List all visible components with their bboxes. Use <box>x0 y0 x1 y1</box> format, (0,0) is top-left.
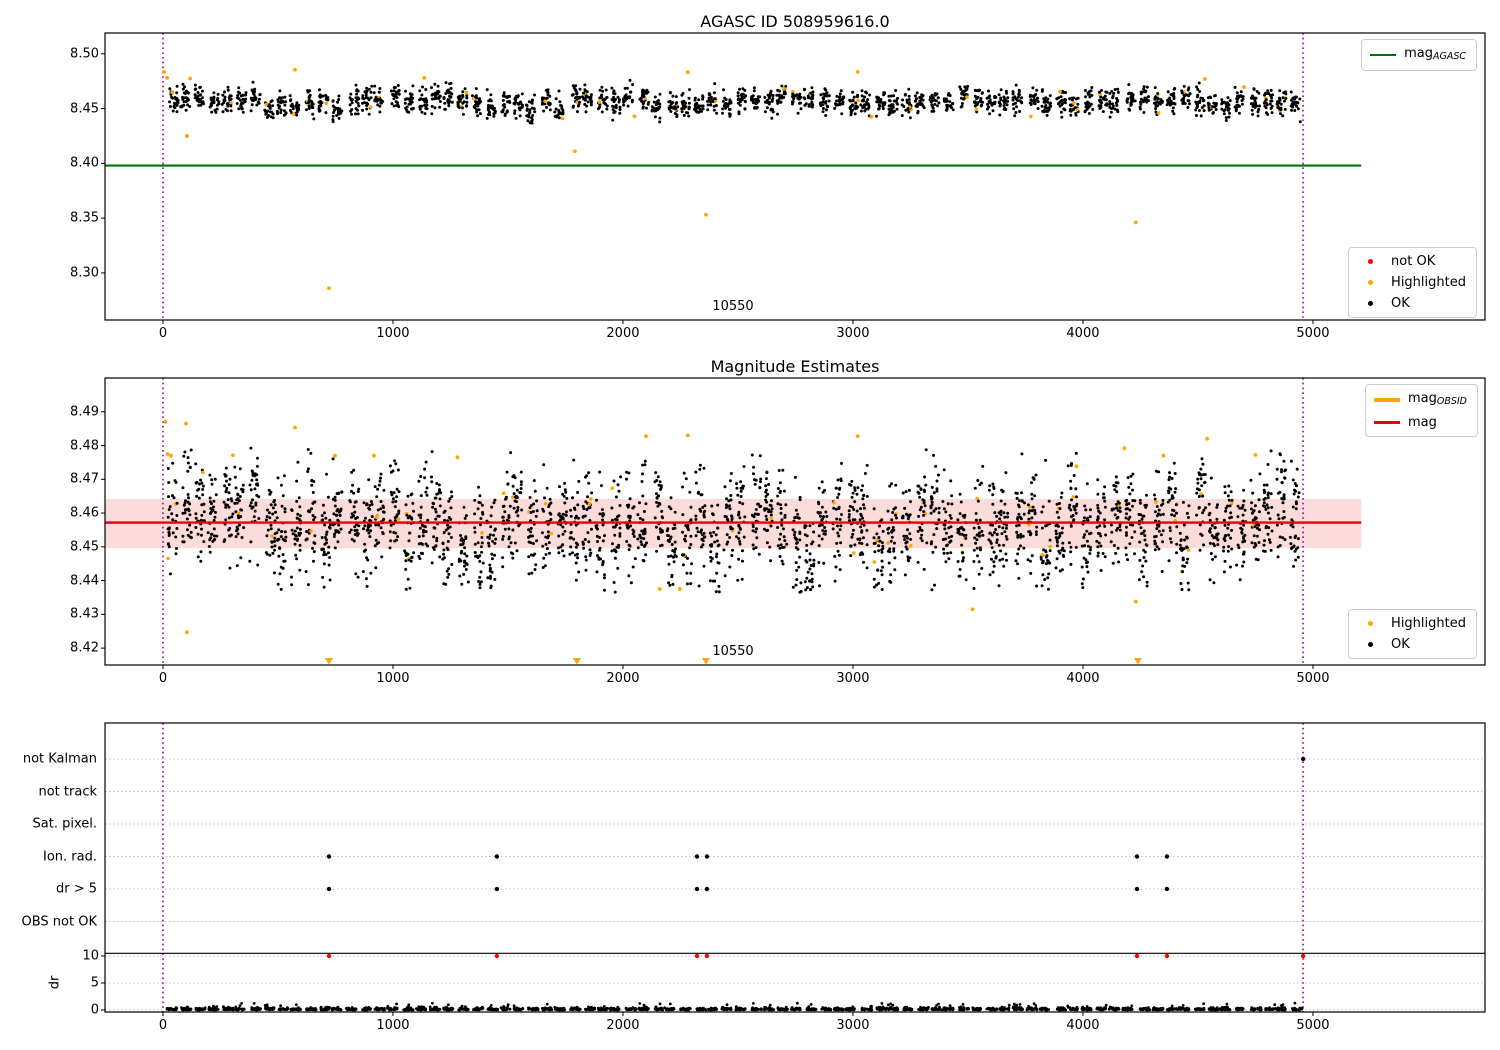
mag-obsid-swatch-wrap <box>1373 398 1400 402</box>
mag-swatch-wrap <box>1373 421 1400 424</box>
dr-tick-10: 10 <box>82 948 99 964</box>
x-tick-3-5000: 5000 <box>1296 1018 1330 1033</box>
x-tick-3-3000: 3000 <box>836 1018 870 1033</box>
plot1-title: AGASC ID 508959616.0 <box>700 12 890 31</box>
flag-label-1: not track <box>38 784 97 799</box>
y-tick-2-8.45: 8.45 <box>70 539 99 555</box>
ok-swatch-wrap <box>1357 301 1383 306</box>
mag-obsid-line-swatch <box>1373 398 1400 402</box>
legend-label-highlighted-2: Highlighted <box>1391 616 1466 631</box>
legend-label-ok: OK <box>1391 296 1410 311</box>
figure-root: AGASC ID 508959616.0 Magnitude Estimates… <box>0 0 1500 1050</box>
x-tick-3-2000: 2000 <box>606 1018 640 1033</box>
not-ok-dot-swatch <box>1367 259 1373 264</box>
not-ok-swatch-wrap <box>1357 259 1383 264</box>
highlighted-dot-swatch <box>1367 280 1373 285</box>
x-tick-2-4000: 4000 <box>1066 671 1100 686</box>
legend-label-ok-2: OK <box>1391 637 1410 652</box>
legend-mag-obsid: magOBSID mag <box>1364 384 1478 437</box>
x-tick-1-4000: 4000 <box>1066 326 1100 341</box>
ok-dot-swatch-2 <box>1367 642 1373 647</box>
legend-label-mag-obsid: magOBSID <box>1407 391 1467 407</box>
x-tick-3-1000: 1000 <box>376 1018 410 1033</box>
x-tick-1-5000: 5000 <box>1296 326 1330 341</box>
legend-label-not-ok: not OK <box>1391 254 1436 269</box>
flag-label-5: OBS not OK <box>21 914 98 929</box>
highlighted2-swatch-wrap <box>1357 621 1383 626</box>
legend-plot1-points: not OK Highlighted OK <box>1348 247 1477 318</box>
y-tick-2-8.43: 8.43 <box>70 606 99 622</box>
mag-agasc-swatch-wrap <box>1370 53 1397 57</box>
ok2-swatch-wrap <box>1357 642 1383 647</box>
y-tick-2-8.42: 8.42 <box>70 640 99 656</box>
x-tick-3-0: 0 <box>158 1018 168 1033</box>
y-tick-2-8.48: 8.48 <box>70 438 99 454</box>
ok-dot-swatch <box>1367 301 1373 306</box>
highlighted-dot-swatch-2 <box>1367 621 1373 626</box>
x-tick-2-3000: 3000 <box>836 671 870 686</box>
dr-tick-0: 0 <box>90 1002 99 1018</box>
legend-mag-agasc: magAGASC <box>1361 39 1477 71</box>
legend-label-highlighted: Highlighted <box>1391 275 1466 290</box>
x-tick-1-3000: 3000 <box>836 326 870 341</box>
x-tick-2-2000: 2000 <box>606 671 640 686</box>
x-tick-2-5000: 5000 <box>1296 671 1330 686</box>
obsid-annotation-plot2: 10550 <box>712 644 754 659</box>
legend-item-mag-obsid: magOBSID <box>1373 390 1467 410</box>
legend-item-mag-agasc: magAGASC <box>1370 45 1466 65</box>
y-tick-2-8.49: 8.49 <box>70 404 99 420</box>
x-tick-2-1000: 1000 <box>376 671 410 686</box>
flag-label-4: dr > 5 <box>55 881 97 897</box>
chart-canvas <box>101 32 1486 1016</box>
dr-axis-label: dr <box>47 975 63 990</box>
mag-line-swatch <box>1373 421 1400 424</box>
x-tick-1-1000: 1000 <box>376 326 410 341</box>
legend-item-highlighted: Highlighted <box>1357 274 1466 291</box>
legend-label-mag: mag <box>1407 415 1437 430</box>
y-tick-2-8.44: 8.44 <box>70 573 99 589</box>
x-tick-2-0: 0 <box>158 671 168 686</box>
plot2-title: Magnitude Estimates <box>710 357 880 376</box>
y-tick-1-8.4: 8.40 <box>70 155 99 171</box>
flag-label-0: not Kalman <box>22 751 97 767</box>
y-tick-1-8.35: 8.35 <box>70 210 99 226</box>
legend-item-mag: mag <box>1373 414 1467 431</box>
x-tick-1-2000: 2000 <box>606 326 640 341</box>
legend-label-mag-agasc: magAGASC <box>1404 46 1466 62</box>
mag-agasc-line-swatch <box>1370 53 1397 57</box>
x-tick-3-4000: 4000 <box>1066 1018 1100 1033</box>
y-tick-1-8.5: 8.50 <box>70 46 99 62</box>
legend-plot2-points: Highlighted OK <box>1348 609 1477 659</box>
legend-item-ok: OK <box>1357 295 1466 312</box>
x-tick-1-0: 0 <box>158 326 168 341</box>
legend-item-ok-2: OK <box>1357 636 1466 653</box>
highlighted-swatch-wrap <box>1357 280 1383 285</box>
y-tick-2-8.47: 8.47 <box>70 471 99 487</box>
y-tick-1-8.45: 8.45 <box>70 101 99 117</box>
y-tick-2-8.46: 8.46 <box>70 505 99 521</box>
flag-label-3: Ion. rad. <box>43 849 97 864</box>
flag-label-2: Sat. pixel. <box>32 816 97 832</box>
legend-item-highlighted-2: Highlighted <box>1357 615 1466 632</box>
y-tick-1-8.3: 8.30 <box>70 265 99 281</box>
obsid-annotation-plot1: 10550 <box>712 299 754 314</box>
legend-item-not-ok: not OK <box>1357 253 1466 270</box>
